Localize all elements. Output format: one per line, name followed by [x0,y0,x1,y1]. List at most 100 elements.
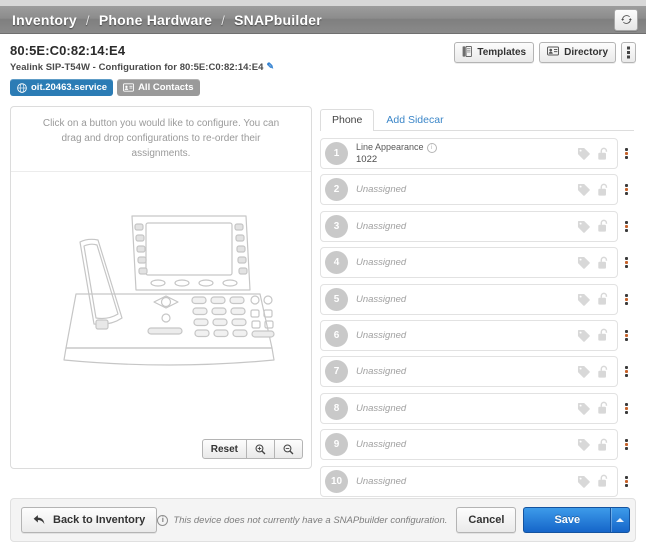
key-row-card[interactable]: 10 Unassigned [320,465,618,497]
kebab-menu-icon [624,329,628,342]
key-row-card[interactable]: 1 Line Appearance i 1022 [320,138,618,169]
row-menu-button[interactable] [618,466,634,497]
tag-icon[interactable] [577,329,590,342]
yealink-desk-phone-illustration[interactable] [11,159,311,426]
unlock-icon[interactable] [597,401,609,415]
tag-icon[interactable] [577,220,590,233]
tag-icon[interactable] [577,256,590,270]
table-row[interactable]: 3 Unassigned [320,210,634,242]
info-icon: i [157,514,169,526]
templates-button[interactable]: Templates [454,42,535,63]
table-row[interactable]: 1 Line Appearance i 1022 [320,138,634,169]
tab-phone[interactable]: Phone [320,109,375,131]
zoom-out-button[interactable] [275,439,303,459]
templates-button-label: Templates [477,47,527,58]
save-button[interactable]: Save [523,507,611,533]
reset-button[interactable]: Reset [201,439,247,459]
tag-icon[interactable] [577,365,590,379]
row-menu-button[interactable] [618,320,634,351]
row-menu-button[interactable] [618,138,634,169]
tag-icon[interactable] [577,475,590,488]
tag-icon[interactable] [577,293,590,306]
key-row-title-line: Line Appearance i [356,142,577,153]
save-dropdown-button[interactable] [610,507,631,533]
key-row-title: Unassigned [356,402,407,414]
tag-icon[interactable] [577,183,590,197]
breadcrumb-item-snapbuilder[interactable]: SNAPbuilder [234,12,322,28]
tab-add-sidecar[interactable]: Add Sidecar [374,109,455,131]
kebab-menu-icon [624,256,628,269]
table-row[interactable]: 9 Unassigned [320,429,634,461]
refresh-button[interactable] [614,8,638,31]
row-menu-button[interactable] [618,174,634,205]
unlock-icon[interactable] [597,292,609,306]
key-row-card[interactable]: 2 Unassigned [320,174,618,206]
row-menu-button[interactable] [618,211,634,242]
unlock-icon[interactable] [597,147,609,161]
key-row-title: Unassigned [356,257,407,269]
unlock-icon[interactable] [597,365,609,379]
pencil-icon[interactable]: ✎ [266,61,274,72]
kebab-menu-icon [624,183,628,196]
contact-card-icon [123,82,135,93]
key-row-title: Unassigned [356,475,407,487]
kebab-menu-icon [624,438,628,451]
breadcrumb: Inventory / Phone Hardware / SNAPbuilder [12,12,322,28]
table-row[interactable]: 6 Unassigned [320,319,634,351]
breadcrumb-separator: / [85,12,90,28]
footer-note-text: This device does not currently have a SN… [173,514,448,526]
key-row-card[interactable]: 4 Unassigned [320,247,618,279]
table-row[interactable]: 4 Unassigned [320,247,634,279]
directory-button[interactable]: Directory [539,42,616,63]
unlock-icon[interactable] [597,256,609,270]
row-menu-button[interactable] [618,247,634,278]
back-to-inventory-button[interactable]: Back to Inventory [21,507,158,533]
key-row-icons [577,219,609,233]
key-row-card[interactable]: 3 Unassigned [320,210,618,242]
tag-icon[interactable] [577,402,590,415]
back-arrow-icon [33,515,45,525]
key-row-card[interactable]: 6 Unassigned [320,319,618,351]
header-overflow-button[interactable] [621,42,636,63]
key-index-badge: 2 [325,178,348,202]
unlock-icon[interactable] [597,438,609,452]
unlock-icon[interactable] [597,219,609,233]
unlock-icon[interactable] [597,183,609,197]
key-index-badge: 9 [325,433,348,457]
info-icon[interactable]: i [426,142,437,153]
device-badges: oit.20463.service All Contacts [10,79,636,96]
kebab-menu-icon [624,147,628,160]
breadcrumb-item-inventory[interactable]: Inventory [12,12,77,28]
tag-icon[interactable] [577,438,590,451]
key-row-card[interactable]: 8 Unassigned [320,392,618,424]
key-row-card[interactable]: 5 Unassigned [320,283,618,315]
table-row[interactable]: 5 Unassigned [320,283,634,315]
zoom-in-button[interactable] [247,439,275,459]
refresh-icon [620,15,632,24]
unlock-icon[interactable] [597,474,609,488]
unlock-icon[interactable] [597,328,609,342]
key-row-card[interactable]: 7 Unassigned [320,356,618,388]
breadcrumb-item-phone-hardware[interactable]: Phone Hardware [99,12,212,28]
key-index-badge: 4 [325,251,348,275]
table-row[interactable]: 2 Unassigned [320,174,634,206]
zoom-out-icon [283,444,294,454]
key-row-icons [577,438,609,452]
key-row-title: Unassigned [356,439,407,451]
key-row-title: Unassigned [356,184,407,196]
table-row[interactable]: 7 Unassigned [320,356,634,388]
table-row[interactable]: 8 Unassigned [320,392,634,424]
cancel-button[interactable]: Cancel [456,507,517,533]
back-to-inventory-label: Back to Inventory [53,514,146,526]
kebab-menu-icon [627,46,630,59]
row-menu-button[interactable] [618,284,634,315]
row-menu-button[interactable] [618,393,634,424]
badge-service[interactable]: oit.20463.service [10,79,114,96]
row-menu-button[interactable] [618,429,634,460]
key-row-icons [577,147,609,161]
table-row[interactable]: 10 Unassigned [320,465,634,497]
row-menu-button[interactable] [618,356,634,387]
badge-all-contacts[interactable]: All Contacts [117,79,200,96]
tag-icon[interactable] [577,147,590,160]
key-row-card[interactable]: 9 Unassigned [320,429,618,461]
